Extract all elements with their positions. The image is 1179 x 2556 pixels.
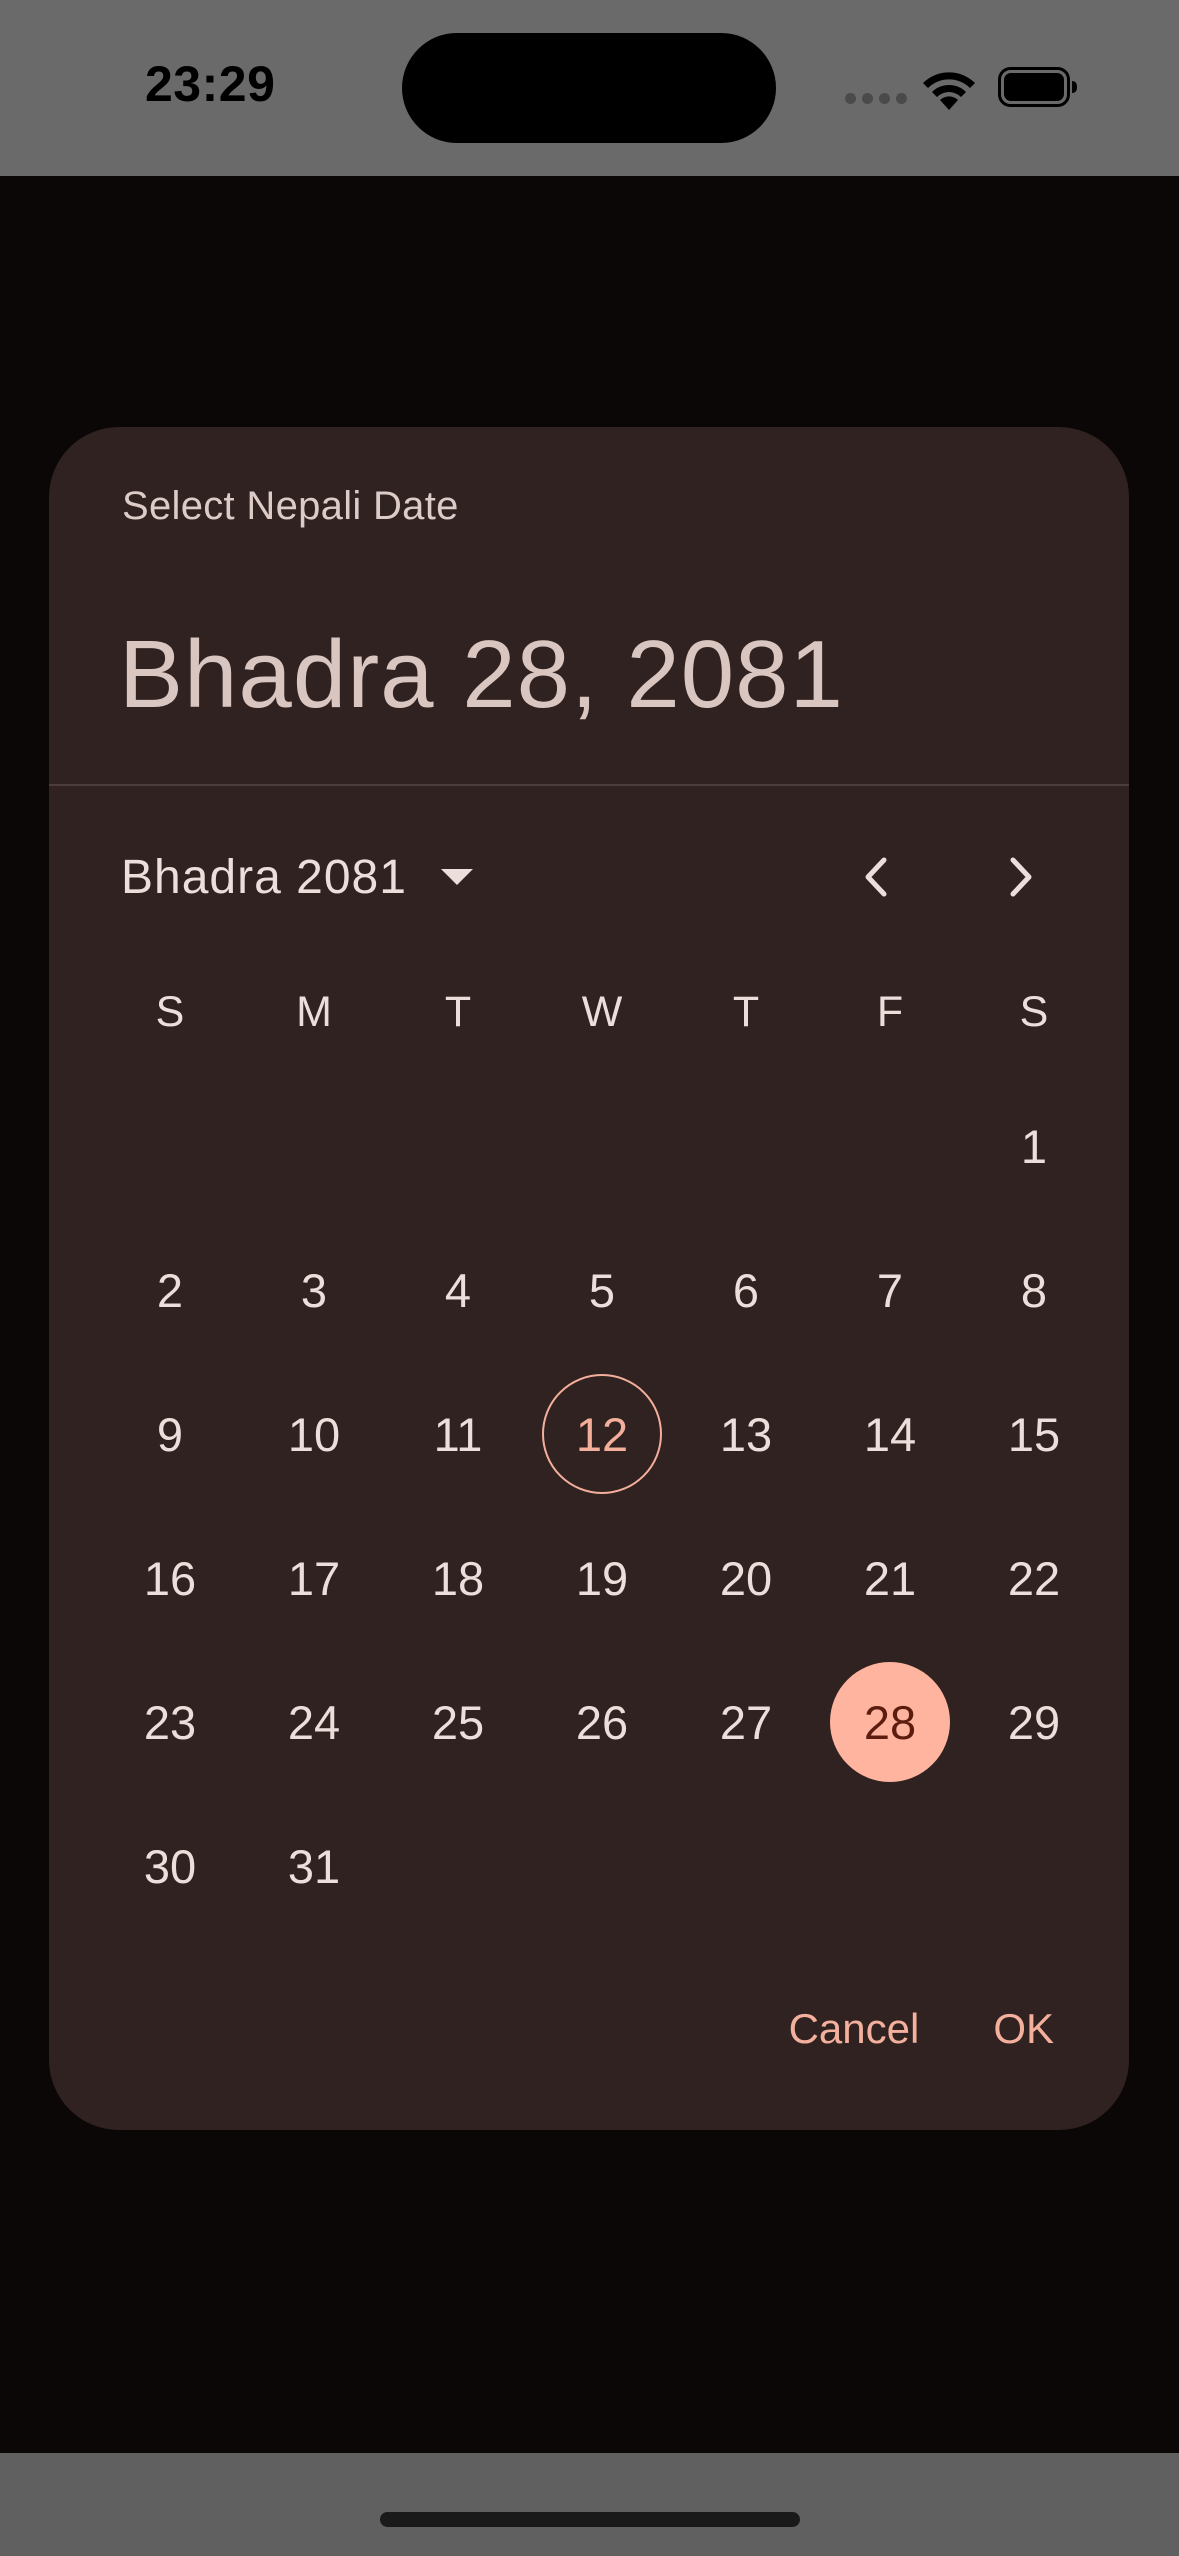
day-cell <box>674 1074 818 1218</box>
day-cell: 30 <box>98 1794 242 1938</box>
day-cell: 19 <box>530 1506 674 1650</box>
day-cell: 2 <box>98 1218 242 1362</box>
weekday-label: M <box>296 988 332 1036</box>
day-cell: 21 <box>818 1506 962 1650</box>
day-cell: 17 <box>242 1506 386 1650</box>
dialog-title: Select Nepali Date <box>122 484 459 528</box>
dynamic-island <box>402 33 776 143</box>
battery-icon <box>998 67 1077 107</box>
day-cell: 15 <box>962 1362 1106 1506</box>
day-cell: 6 <box>674 1218 818 1362</box>
day-cell <box>98 1074 242 1218</box>
weekday-label: T <box>732 988 760 1036</box>
weekday-label: S <box>155 988 185 1036</box>
day-button[interactable]: 23 <box>110 1662 230 1782</box>
day-cell <box>386 1074 530 1218</box>
day-button[interactable]: 22 <box>974 1518 1094 1638</box>
today-day-button[interactable]: 12 <box>542 1374 662 1494</box>
month-year-label: Bhadra 2081 <box>121 850 407 904</box>
wifi-icon <box>923 72 975 110</box>
cancel-button[interactable]: Cancel <box>787 1997 922 2061</box>
day-button[interactable]: 6 <box>686 1230 806 1350</box>
day-cell: 22 <box>962 1506 1106 1650</box>
day-button[interactable]: 21 <box>830 1518 950 1638</box>
home-indicator[interactable] <box>380 2512 800 2527</box>
day-button[interactable]: 26 <box>542 1662 662 1782</box>
day-cell <box>530 1074 674 1218</box>
day-cell: 26 <box>530 1650 674 1794</box>
day-button[interactable]: 18 <box>398 1518 518 1638</box>
day-button[interactable]: 10 <box>254 1374 374 1494</box>
header-divider <box>49 784 1129 786</box>
day-button[interactable]: 24 <box>254 1662 374 1782</box>
weekday-label: T <box>444 988 472 1036</box>
ok-button[interactable]: OK <box>991 1997 1056 2061</box>
day-cell <box>818 1074 962 1218</box>
day-button[interactable]: 17 <box>254 1518 374 1638</box>
day-cell: 5 <box>530 1218 674 1362</box>
day-cell: 23 <box>98 1650 242 1794</box>
cellular-signal-icon <box>845 93 907 104</box>
day-button[interactable]: 1 <box>974 1086 1094 1206</box>
day-cell: 28 <box>818 1650 962 1794</box>
day-button[interactable]: 15 <box>974 1374 1094 1494</box>
month-year-selector[interactable]: Bhadra 2081 <box>121 837 473 917</box>
day-cell: 14 <box>818 1362 962 1506</box>
day-button[interactable]: 27 <box>686 1662 806 1782</box>
status-bar: 23:29 <box>0 0 1179 176</box>
day-cell: 11 <box>386 1362 530 1506</box>
day-cell <box>242 1074 386 1218</box>
day-cell: 3 <box>242 1218 386 1362</box>
day-button[interactable]: 9 <box>110 1374 230 1494</box>
day-button[interactable]: 13 <box>686 1374 806 1494</box>
selected-date-headline: Bhadra 28, 2081 <box>119 621 844 728</box>
previous-month-button[interactable] <box>836 837 916 917</box>
day-cell: 10 <box>242 1362 386 1506</box>
day-cell: 29 <box>962 1650 1106 1794</box>
day-cell: 1 <box>962 1074 1106 1218</box>
chevron-left-icon <box>865 857 887 897</box>
day-button[interactable]: 7 <box>830 1230 950 1350</box>
day-cell: 9 <box>98 1362 242 1506</box>
day-cell: 27 <box>674 1650 818 1794</box>
day-button[interactable]: 5 <box>542 1230 662 1350</box>
weekday-label: W <box>581 988 623 1036</box>
day-button[interactable]: 20 <box>686 1518 806 1638</box>
day-cell: 12 <box>530 1362 674 1506</box>
day-cell: 8 <box>962 1218 1106 1362</box>
day-button[interactable]: 30 <box>110 1806 230 1926</box>
next-month-button[interactable] <box>981 837 1061 917</box>
weekday-label: F <box>876 988 904 1036</box>
day-button[interactable]: 29 <box>974 1662 1094 1782</box>
day-button[interactable]: 2 <box>110 1230 230 1350</box>
day-cell: 16 <box>98 1506 242 1650</box>
caret-down-icon <box>440 869 473 885</box>
day-cell: 20 <box>674 1506 818 1650</box>
weekday-label: S <box>1019 988 1049 1036</box>
day-button[interactable]: 19 <box>542 1518 662 1638</box>
day-button[interactable]: 14 <box>830 1374 950 1494</box>
selected-day-button[interactable]: 28 <box>830 1662 950 1782</box>
status-time: 23:29 <box>145 56 276 112</box>
day-cell: 4 <box>386 1218 530 1362</box>
nepali-date-picker-dialog: Select Nepali Date Bhadra 28, 2081 Bhadr… <box>49 427 1129 2130</box>
day-button[interactable]: 16 <box>110 1518 230 1638</box>
chevron-right-icon <box>1010 857 1032 897</box>
day-button[interactable]: 11 <box>398 1374 518 1494</box>
weekday-header-row: S M T W T F S <box>98 972 1108 1052</box>
day-cell: 25 <box>386 1650 530 1794</box>
calendar-days-grid: 1 2 3 4 5 6 7 8 9 10 11 12 13 14 15 16 17 18 19 20 21 22 23 24 2… <box>98 1074 1106 1938</box>
dialog-actions: Cancel OK <box>787 1997 1056 2061</box>
day-cell: 7 <box>818 1218 962 1362</box>
day-button[interactable]: 4 <box>398 1230 518 1350</box>
day-cell: 13 <box>674 1362 818 1506</box>
day-button[interactable]: 25 <box>398 1662 518 1782</box>
day-button[interactable]: 8 <box>974 1230 1094 1350</box>
day-button[interactable]: 3 <box>254 1230 374 1350</box>
day-cell: 31 <box>242 1794 386 1938</box>
bottom-safe-area <box>0 2453 1179 2556</box>
day-cell: 18 <box>386 1506 530 1650</box>
day-button[interactable]: 31 <box>254 1806 374 1926</box>
day-cell: 24 <box>242 1650 386 1794</box>
